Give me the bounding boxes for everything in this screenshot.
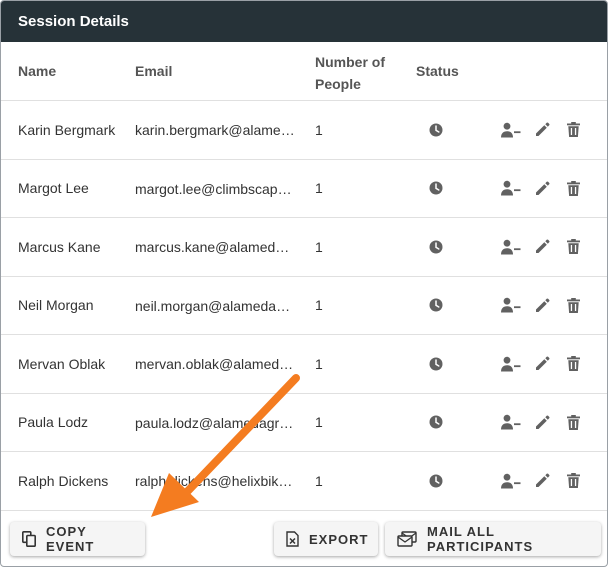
participant-email: margot.lee@climbscap… [135,180,292,197]
copy-event-button[interactable]: COPY EVENT [10,522,145,556]
pencil-icon[interactable] [534,473,550,488]
trash-icon[interactable] [566,180,580,196]
session-details-panel: Session Details Name Email Number of Peo… [0,0,608,567]
participant-people-count: 1 [315,297,323,314]
trash-icon[interactable] [566,239,580,255]
row-actions [501,218,591,276]
clock-icon[interactable] [428,452,444,510]
participant-email: ralph.dickens@helixbik… [135,473,293,489]
participant-people-count: 1 [315,121,323,138]
clock-icon[interactable] [428,394,444,452]
clock-icon[interactable] [428,277,444,335]
table-row: Ralph Dickens ralph.dickens@helixbik… 1 [1,452,607,511]
participant-name: Mervan Oblak [18,355,106,372]
export-button[interactable]: EXPORT [274,522,378,556]
participant-people-count: 1 [315,414,323,431]
excel-file-icon [286,531,299,547]
trash-icon[interactable] [566,473,580,489]
clock-icon[interactable] [428,335,444,393]
person-remove-icon[interactable] [501,239,521,255]
copy-event-label: COPY EVENT [46,524,95,554]
pencil-icon[interactable] [534,181,550,196]
export-label: EXPORT [309,531,369,547]
row-actions [501,394,591,452]
table-row: Margot Lee margot.lee@climbscap… 1 [1,160,607,218]
participant-name: Neil Morgan [18,297,94,314]
person-remove-icon[interactable] [501,122,521,138]
column-header-people-line2: People [315,76,361,92]
table-row: Paula Lodz paula.lodz@alamedagr… 1 [1,394,607,452]
mail-all-participants-label: MAIL ALL PARTICIPANTS [427,524,534,554]
pencil-icon[interactable] [534,415,550,430]
trash-icon[interactable] [566,297,580,313]
row-actions [501,335,591,393]
trash-icon[interactable] [566,356,580,372]
person-remove-icon[interactable] [501,356,521,372]
participant-name: Ralph Dickens [18,472,109,489]
mail-all-participants-button[interactable]: MAIL ALL PARTICIPANTS [385,522,601,556]
column-header-name[interactable]: Name [18,63,56,79]
pencil-icon[interactable] [534,239,550,254]
pencil-icon[interactable] [534,298,550,313]
table-row: Mervan Oblak mervan.oblak@alamed… 1 [1,335,607,394]
mail-group-icon [397,531,417,547]
pencil-icon[interactable] [534,122,550,137]
row-actions [501,101,591,159]
trash-icon[interactable] [566,414,580,430]
row-actions [501,277,591,335]
panel-title: Session Details [1,1,607,42]
participant-email: neil.morgan@alamedag… [135,297,297,314]
participant-email: karin.bergmark@alame… [135,122,295,138]
table-body: Karin Bergmark karin.bergmark@alame… 1 Marg… [1,101,607,511]
trash-icon[interactable] [566,122,580,138]
participant-people-count: 1 [315,238,323,255]
column-header-email[interactable]: Email [135,63,172,79]
column-header-people-line1: Number of [315,54,385,70]
person-remove-icon[interactable] [501,180,521,196]
clock-icon[interactable] [428,101,444,159]
participant-name: Margot Lee [18,180,89,197]
participant-people-count: 1 [315,355,323,372]
participant-email: mervan.oblak@alamed… [135,356,294,372]
table-row: Karin Bergmark karin.bergmark@alame… 1 [1,101,607,160]
copy-icon [22,531,36,547]
person-remove-icon[interactable] [501,297,521,313]
person-remove-icon[interactable] [501,473,521,489]
pencil-icon[interactable] [534,356,550,371]
participant-email: marcus.kane@alameda… [135,239,297,255]
column-header-number-of-people[interactable]: Number of People [315,51,395,95]
participant-people-count: 1 [315,180,323,197]
participants-table: Name Email Number of People Status Karin… [1,42,607,511]
table-header: Name Email Number of People Status [1,42,607,101]
participant-name: Paula Lodz [18,414,89,431]
participant-name: Marcus Kane [18,238,101,255]
participant-people-count: 1 [315,472,323,489]
column-header-status[interactable]: Status [416,63,459,79]
row-actions [501,160,591,218]
clock-icon[interactable] [428,160,444,218]
participant-name: Karin Bergmark [18,121,116,138]
person-remove-icon[interactable] [501,414,521,430]
table-row: Neil Morgan neil.morgan@alamedag… 1 [1,277,607,335]
row-actions [501,452,591,510]
clock-icon[interactable] [428,218,444,276]
table-row: Marcus Kane marcus.kane@alameda… 1 [1,218,607,277]
participant-email: paula.lodz@alamedagr… [135,414,294,431]
